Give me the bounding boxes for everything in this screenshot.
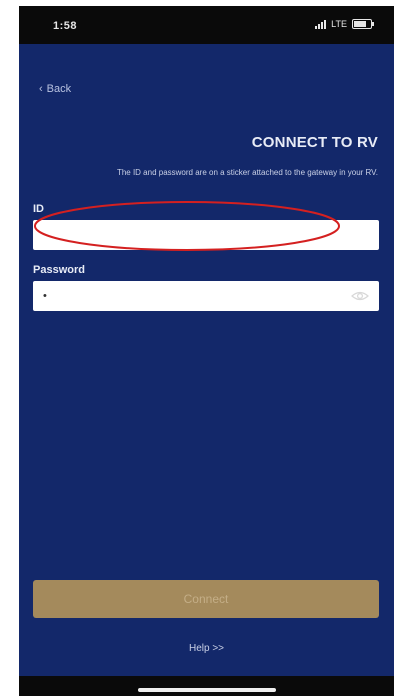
page-title: CONNECT TO RV: [251, 134, 378, 151]
status-indicators: LTE: [315, 19, 374, 29]
signal-icon: [315, 19, 327, 29]
id-label: ID: [33, 203, 44, 215]
home-indicator: [138, 688, 276, 692]
password-input[interactable]: [33, 281, 379, 311]
network-type: LTE: [331, 19, 347, 29]
app-screen: 1:58 LTE ‹ Back CONNECT TO RV The ID and…: [19, 6, 394, 696]
password-label: Password: [33, 264, 85, 276]
eye-icon[interactable]: [351, 289, 369, 303]
back-label: Back: [46, 83, 72, 95]
page-subtitle: The ID and password are on a sticker att…: [116, 168, 378, 177]
battery-icon: [352, 19, 374, 29]
id-input[interactable]: [33, 220, 379, 250]
connect-button[interactable]: Connect: [33, 580, 379, 618]
status-time: 1:58: [53, 20, 78, 32]
chevron-left-icon: ‹: [39, 83, 43, 95]
back-button[interactable]: ‹ Back: [39, 83, 71, 95]
status-bar: 1:58 LTE: [19, 6, 394, 44]
bottom-bar: [19, 676, 394, 696]
help-link[interactable]: Help >>: [19, 643, 394, 654]
